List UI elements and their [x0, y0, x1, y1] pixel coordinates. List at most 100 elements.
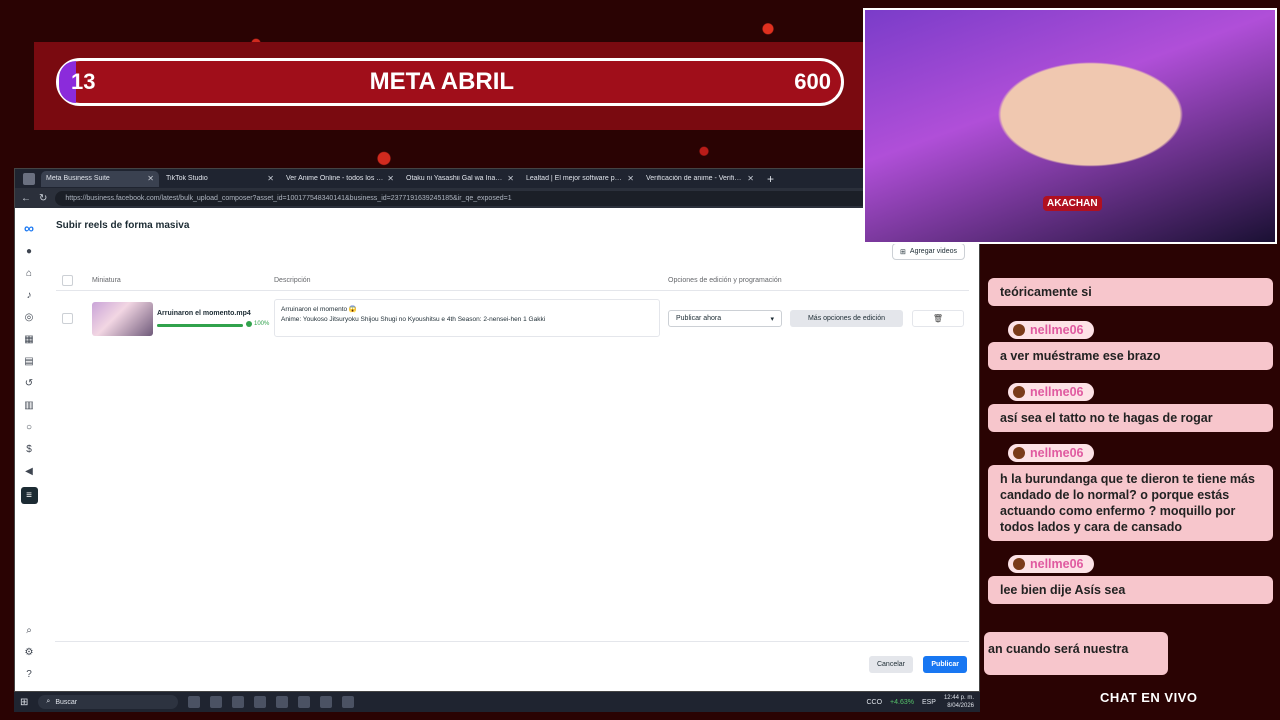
account-avatar-icon[interactable]: ● — [22, 245, 36, 258]
tab-label: Verificación de anime - Verificación — [646, 175, 743, 182]
vlc-icon[interactable] — [342, 696, 355, 708]
row-checkbox[interactable] — [62, 313, 73, 324]
clock-date: 8/04/2026 — [947, 703, 974, 709]
tab-label: Lealtad | El mejor software para p — [526, 175, 624, 182]
tab-tiktok-studio[interactable]: TikTok Studio ✕ — [161, 171, 279, 187]
language-indicator[interactable]: ESP — [922, 699, 936, 706]
bulk-upload-content: Subir reels de forma masiva ⊞ Agregar vi… — [43, 208, 979, 691]
chat-message: a ver muéstrame ese brazo — [988, 342, 1273, 370]
tab-bar: Meta Business Suite ✕ TikTok Studio ✕ Ve… — [15, 169, 979, 188]
username-label: nellme06 — [1030, 557, 1084, 571]
tab-label: Otaku ni Yasashii Gal wa Inai!? 1 S — [406, 175, 503, 182]
video-filename: Arruinaron el momento.mp4 — [157, 310, 251, 317]
windows-start-icon[interactable]: ⊞ — [20, 697, 28, 708]
description-line: Anime: Youkoso Jitsuryoku Shijou Shugi n… — [281, 316, 546, 323]
tab-lealtad[interactable]: Lealtad | El mejor software para p ✕ — [521, 171, 639, 187]
user-badge-icon — [1013, 324, 1025, 336]
delete-button[interactable]: 🗑 — [912, 310, 964, 327]
user-badge-icon — [1013, 447, 1025, 459]
home-icon[interactable]: ⌂ — [22, 267, 36, 280]
chat-overlay: teóricamente si nellme06 a ver muéstrame… — [984, 270, 1276, 690]
video-thumbnail[interactable] — [92, 302, 153, 336]
close-icon[interactable]: ✕ — [747, 174, 754, 183]
photoshop-icon[interactable] — [210, 696, 223, 708]
description-line: Arruinaron el momento 😱 — [281, 306, 358, 313]
upload-progress-bar — [157, 324, 243, 327]
monetization-icon[interactable]: $ — [22, 443, 36, 456]
chat-message: an cuando será nuestra — [984, 632, 1168, 675]
app-icon[interactable] — [232, 696, 245, 708]
content-icon[interactable]: ▦ — [22, 333, 36, 346]
tab-otaku[interactable]: Otaku ni Yasashii Gal wa Inai!? 1 S ✕ — [401, 171, 519, 187]
description-field[interactable]: Arruinaron el momento 😱 Anime: Youkoso J… — [274, 299, 660, 337]
goal-progress-bar: 13 META ABRIL 600 — [56, 58, 844, 106]
close-icon[interactable]: ✕ — [267, 174, 274, 183]
browser-window: Meta Business Suite ✕ TikTok Studio ✕ Ve… — [14, 168, 980, 692]
messenger-icon[interactable]: ◎ — [22, 311, 36, 324]
schedule-value: Publicar ahora — [676, 315, 722, 322]
chrome-icon[interactable] — [254, 696, 267, 708]
username-label: nellme06 — [1030, 385, 1084, 399]
user-badge-icon — [1013, 386, 1025, 398]
goal-current: 13 — [71, 69, 96, 94]
publish-button[interactable]: Publicar — [923, 656, 967, 673]
tab-actions-icon[interactable] — [23, 172, 35, 185]
reload-icon[interactable]: ↻ — [39, 193, 47, 204]
close-icon[interactable]: ✕ — [507, 174, 514, 183]
chat-label: CHAT EN VIVO — [1100, 690, 1198, 705]
taskbar-search-label: Buscar — [55, 698, 78, 706]
close-icon[interactable]: ✕ — [387, 174, 394, 183]
chevron-down-icon: ▾ — [770, 315, 774, 323]
channel-logo: AKACHAN — [1043, 196, 1102, 211]
ads-icon[interactable]: ◀ — [22, 465, 36, 478]
instagram-icon[interactable]: ○ — [22, 421, 36, 434]
chat-username: nellme06 — [1008, 555, 1094, 573]
username-label: nellme06 — [1030, 446, 1084, 460]
back-icon[interactable]: ← — [21, 193, 31, 204]
close-icon[interactable]: ✕ — [627, 174, 634, 183]
trash-icon: 🗑 — [932, 314, 944, 323]
tab-meta-business-suite[interactable]: Meta Business Suite ✕ — [41, 170, 159, 187]
add-videos-label: Agregar videos — [909, 248, 957, 255]
select-all-checkbox[interactable] — [62, 275, 73, 286]
check-icon — [246, 321, 252, 327]
clock[interactable]: 12:44 p. m. 8/04/2026 — [944, 694, 974, 710]
file-explorer-icon[interactable] — [298, 696, 311, 708]
insights-icon[interactable]: ▥ — [22, 399, 36, 412]
footer-bar: Cancelar Publicar — [55, 641, 969, 679]
all-tools-icon[interactable]: ≡ — [20, 487, 38, 504]
chat-message: h la burundanga que te dieron te tiene m… — [988, 465, 1273, 541]
meta-logo-icon[interactable]: ∞ — [22, 220, 36, 236]
notifications-icon[interactable]: ♪ — [22, 289, 36, 302]
close-icon[interactable]: ✕ — [147, 174, 154, 183]
edge-icon[interactable] — [276, 696, 289, 708]
column-description: Descripción — [274, 277, 311, 284]
taskbar-search[interactable]: ⌕ Buscar — [38, 695, 179, 709]
cancel-button[interactable]: Cancelar — [868, 656, 913, 673]
search-icon[interactable]: ⌕ — [22, 624, 36, 637]
tab-ver-anime[interactable]: Ver Anime Online - todos los anim ✕ — [281, 171, 399, 187]
username-label: nellme06 — [1030, 323, 1084, 337]
task-view-icon[interactable] — [188, 696, 201, 708]
new-tab-button[interactable]: + — [767, 172, 774, 186]
settings-icon[interactable]: ⚙ — [22, 646, 36, 659]
system-tray: CCO +4.63% ESP 12:44 p. m. 8/04/2026 — [866, 694, 974, 710]
tab-verificacion[interactable]: Verificación de anime - Verificación ✕ — [641, 171, 759, 187]
upload-progress-fill — [157, 324, 243, 327]
more-edit-options-button[interactable]: Más opciones de edición — [790, 310, 903, 327]
goal-title: META ABRIL — [369, 68, 515, 95]
page-title: Subir reels de forma masiva — [56, 220, 190, 231]
help-icon[interactable]: ? — [22, 668, 36, 681]
publish-schedule-select[interactable]: Publicar ahora ▾ — [668, 310, 782, 327]
ticker-change: +4.63% — [890, 698, 914, 706]
tab-label: Ver Anime Online - todos los anim — [286, 175, 384, 182]
add-videos-button[interactable]: ⊞ Agregar videos — [892, 243, 965, 260]
chat-username: nellme06 — [1008, 383, 1094, 401]
chat-username: nellme06 — [1008, 444, 1094, 462]
url-field[interactable]: https://business.facebook.com/latest/bul… — [55, 190, 922, 206]
planner-icon[interactable]: ▤ — [22, 355, 36, 368]
chat-message: teóricamente si — [988, 278, 1273, 306]
automation-icon[interactable]: ↺ — [22, 377, 36, 390]
premiere-icon[interactable] — [320, 696, 333, 708]
tab-label: Meta Business Suite — [46, 175, 110, 182]
